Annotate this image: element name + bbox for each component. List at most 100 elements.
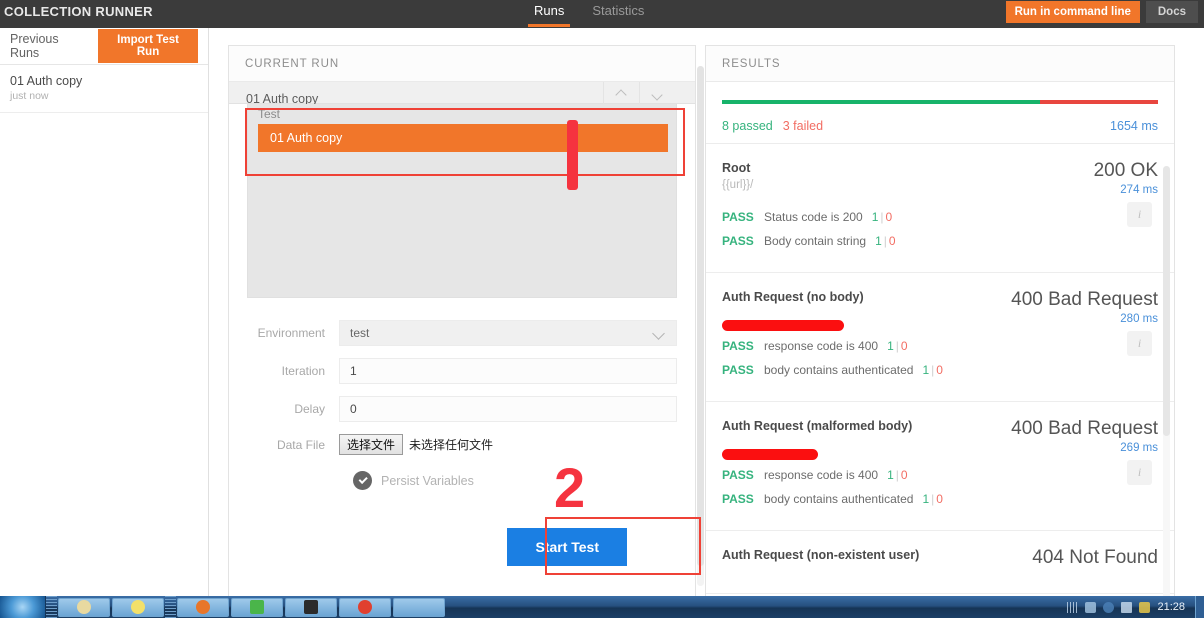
collapse-all-button[interactable] (603, 82, 639, 104)
taskbar-item[interactable] (285, 597, 337, 617)
assertion-verdict: PASS (722, 468, 754, 482)
docs-button[interactable]: Docs (1145, 1, 1198, 23)
info-icon[interactable]: i (1127, 331, 1152, 356)
assertion-row: PASS Body contain string 1 | 0 (722, 234, 1158, 248)
previous-run-name: 01 Auth copy (10, 74, 83, 88)
tree-item-selected[interactable]: 01 Auth copy (258, 124, 668, 152)
environment-select[interactable]: test (339, 320, 677, 346)
result-item[interactable]: Auth Request (malformed body) 400 Bad Re… (706, 402, 1174, 531)
start-test-button[interactable]: Start Test (507, 528, 627, 566)
assertion-row: PASS response code is 400 1 | 0 (722, 339, 1158, 353)
start-button-icon[interactable] (0, 596, 46, 618)
expand-all-button[interactable] (639, 82, 675, 104)
run-in-command-line-button[interactable]: Run in command line (1005, 1, 1140, 23)
assertion-row: PASS body contains authenticated 1 | 0 (722, 363, 1158, 377)
tab-runs[interactable]: Runs (520, 0, 578, 28)
result-item-header: Auth Request (non-existent user) 404 Not… (722, 547, 1158, 579)
delay-input[interactable]: 0 (339, 396, 677, 422)
persist-variables-row[interactable]: Persist Variables (247, 471, 677, 490)
assertion-pass-count: 1 (887, 468, 894, 482)
iteration-input[interactable]: 1 (339, 358, 677, 384)
list-item[interactable]: 01 Auth copy just now (0, 65, 208, 113)
app-icon (131, 600, 145, 614)
assertion-counts: 1 | 0 (872, 210, 893, 224)
assertion-count-separator: | (931, 363, 935, 377)
checkmark-icon (358, 475, 367, 484)
request-url (722, 436, 999, 450)
opera-icon (358, 600, 372, 614)
check-circle-icon (353, 471, 372, 490)
tab-statistics[interactable]: Statistics (578, 0, 658, 28)
assertion-pass-count: 1 (922, 492, 930, 506)
collection-header-row: 01 Auth copy (229, 82, 695, 106)
info-icon[interactable]: i (1127, 202, 1152, 227)
assertion-text: Status code is 200 (764, 210, 863, 224)
previous-runs-label: Previous Runs (10, 32, 59, 60)
previous-run-time: just now (10, 90, 49, 102)
app-root: COLLECTION RUNNER Runs Statistics Run in… (0, 0, 1204, 618)
start-test-wrap: Start Test (247, 490, 677, 566)
assertion-text: body contains authenticated (764, 363, 914, 377)
assertion-fail-count: 0 (936, 492, 943, 506)
fail-bar-segment (1040, 100, 1158, 104)
current-run-label: CURRENT RUN (245, 57, 340, 70)
current-run-panel: CURRENT RUN 01 Auth copy Test 01 Auth co… (228, 45, 704, 596)
taskbar-item[interactable] (177, 597, 229, 617)
assertion-count-separator: | (931, 492, 935, 506)
pass-bar-segment (722, 100, 1041, 104)
main-area: Previous Runs Import Test Run 01 Auth co… (0, 28, 1204, 596)
result-item[interactable]: Auth Request (no body) 400 Bad Request 28… (706, 273, 1174, 402)
taskbar-clock[interactable]: 21:28 (1157, 601, 1189, 613)
network-icon[interactable] (1085, 601, 1097, 613)
status-badge: 200 OK (1093, 160, 1158, 181)
taskbar-item[interactable] (112, 597, 164, 617)
shield-icon[interactable] (1139, 601, 1151, 613)
taskbar-grip[interactable] (46, 596, 57, 618)
result-item[interactable]: Auth Request (non-existent user) 404 Not… (706, 531, 1174, 594)
results-scrollbar-thumb[interactable] (1163, 166, 1170, 436)
assertion-fail-count: 0 (900, 468, 908, 482)
results-label: RESULTS (722, 57, 781, 70)
show-desktop-button[interactable] (1195, 596, 1204, 618)
taskbar-item[interactable] (339, 597, 391, 617)
system-tray: 21:28 (1067, 601, 1195, 613)
choose-file-button[interactable]: 选择文件 (339, 434, 404, 455)
chevron-down-icon (653, 89, 662, 98)
taskbar-grip[interactable] (165, 596, 176, 618)
assertion-pass-count: 1 (875, 234, 882, 248)
taskbar-item[interactable] (393, 597, 445, 617)
environment-row: Environment test (247, 320, 677, 346)
taskbar-item[interactable] (58, 597, 110, 617)
chevron-up-icon (617, 89, 626, 98)
results-scrollbar[interactable] (1163, 166, 1170, 596)
assertion-count-separator: | (883, 234, 887, 248)
run-settings-form: Environment test Iteration 1 Delay 0 Dat… (229, 298, 695, 566)
assertion-list: PASS Status code is 200 1 | 0 PASS Body contai… (722, 210, 1158, 248)
assertion-verdict: PASS (722, 234, 754, 248)
assertion-verdict: PASS (722, 210, 754, 224)
results-panel: RESULTS 8 passed 3 failed 1654 ms Root {{… (705, 45, 1175, 596)
globe-icon[interactable] (1103, 601, 1115, 613)
assertion-count-separator: | (895, 339, 899, 353)
assertion-verdict: PASS (722, 363, 754, 377)
import-test-run-button[interactable]: Import Test Run (98, 29, 198, 63)
taskbar-item[interactable] (231, 597, 283, 617)
assertion-counts: 1 | 0 (922, 492, 943, 506)
page-title: COLLECTION RUNNER (4, 4, 153, 19)
assertion-text: response code is 400 (764, 339, 879, 353)
result-item[interactable]: Root {{url}}/ 200 OK 274 ms PASS Status code … (706, 144, 1174, 273)
result-item-header: Root {{url}}/ 200 OK 274 ms (722, 160, 1158, 196)
current-run-scrollbar-thumb[interactable] (697, 66, 704, 566)
assertion-row: PASS body contains authenticated 1 | 0 (722, 492, 1158, 506)
delay-row: Delay 0 (247, 396, 677, 422)
request-url (722, 307, 999, 321)
tray-grip-icon (1067, 601, 1079, 613)
current-run-scrollbar[interactable] (697, 66, 704, 586)
delay-label: Delay (294, 402, 325, 416)
iteration-label: Iteration (281, 364, 325, 378)
request-duration: 274 ms (1120, 184, 1158, 196)
assertion-list: PASS response code is 400 1 | 0 PASS body cont… (722, 339, 1158, 377)
info-icon[interactable]: i (1127, 460, 1152, 485)
monitor-icon[interactable] (1121, 601, 1133, 613)
environment-value: test (350, 326, 370, 340)
